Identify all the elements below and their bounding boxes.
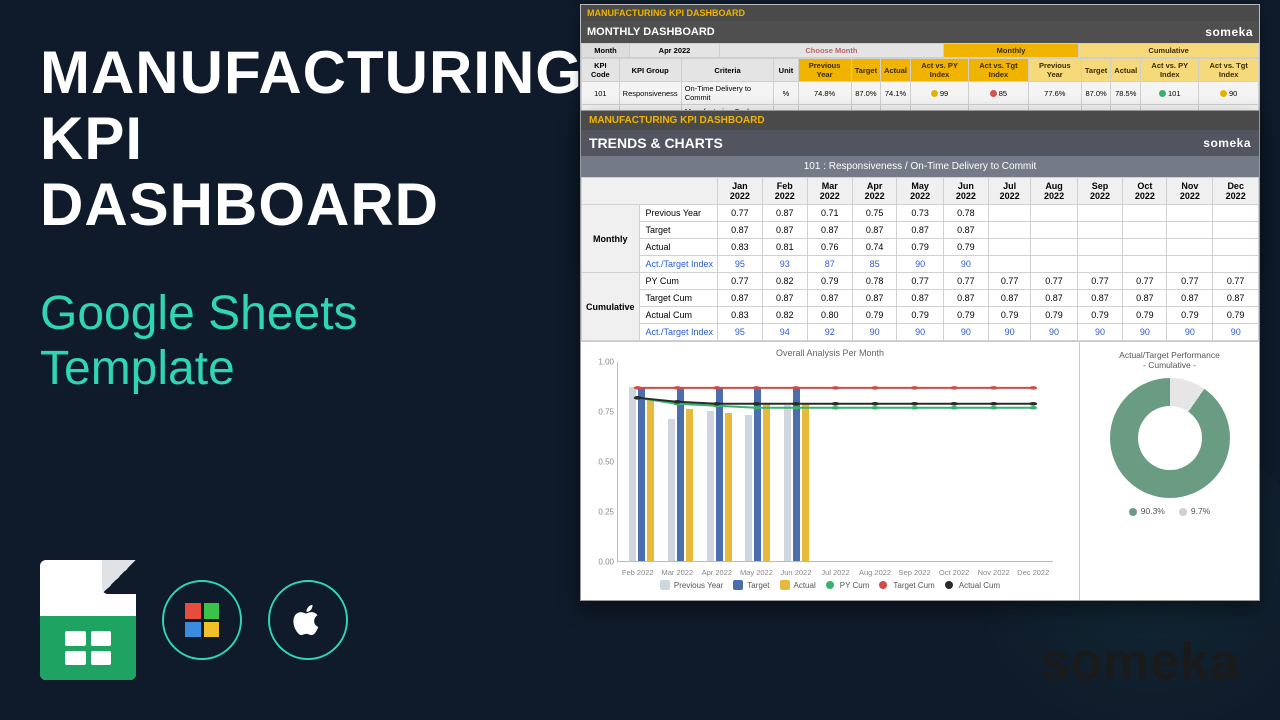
sheets-grid-icon xyxy=(65,631,111,665)
main-title-bar: MANUFACTURING KPI DASHBOARD xyxy=(581,111,1259,130)
month-selector[interactable]: Apr 2022 xyxy=(630,44,720,58)
kpi-table: Jan 2022Feb 2022Mar 2022Apr 2022May 2022… xyxy=(581,177,1259,341)
chart-wrap: Overall Analysis Per Month 0.000.250.500… xyxy=(581,341,1259,600)
plot-area: 0.000.250.500.751.00Feb 2022Mar 2022Apr … xyxy=(617,362,1053,562)
back-header-label: MONTHLY DASHBOARD xyxy=(587,26,715,38)
main-header-bar: TRENDS & CHARTS someka xyxy=(581,130,1259,156)
back-controls-row: Month Apr 2022 Choose Month Monthly Cumu… xyxy=(581,43,1259,58)
title-line-3: DASHBOARD xyxy=(40,171,439,238)
trends-card: MANUFACTURING KPI DASHBOARD TRENDS & CHA… xyxy=(580,110,1260,601)
donut-legend: 90.3% 9.7% xyxy=(1086,506,1253,516)
back-brand: someka xyxy=(1205,25,1253,39)
title-line-2: KPI xyxy=(40,105,143,172)
monthly-header: Monthly xyxy=(943,44,1078,58)
main-brand: someka xyxy=(1203,136,1251,150)
subtitle-line-1: Google Sheets xyxy=(40,287,358,340)
promo-column: MANUFACTURING KPI DASHBOARD Google Sheet… xyxy=(40,40,560,396)
title-line-1: MANUFACTURING xyxy=(40,39,583,106)
choose-month-hint: Choose Month xyxy=(720,44,944,58)
donut-title-l2: - Cumulative - xyxy=(1143,360,1196,370)
donut-panel: Actual/Target Performance - Cumulative -… xyxy=(1079,342,1259,600)
donut-pct-a: 90.3% xyxy=(1129,506,1165,516)
donut-chart xyxy=(1110,378,1230,498)
brand-logo: someka xyxy=(1040,632,1240,692)
google-sheets-icon xyxy=(40,560,136,680)
platform-icon-row xyxy=(40,560,348,680)
windows-squares xyxy=(185,603,219,637)
subtitle-line-2: Template xyxy=(40,342,235,395)
back-title-bar: MANUFACTURING KPI DASHBOARD xyxy=(581,5,1259,21)
back-header-bar: MONTHLY DASHBOARD someka xyxy=(581,21,1259,43)
donut-pct-b: 9.7% xyxy=(1179,506,1210,516)
subtitle: Google Sheets Template xyxy=(40,286,560,396)
month-label: Month xyxy=(582,44,630,58)
sheets-band xyxy=(40,616,136,680)
kpi-subtitle: 101 : Responsiveness / On-Time Delivery … xyxy=(581,156,1259,177)
chart-title: Overall Analysis Per Month xyxy=(589,348,1071,358)
apple-icon xyxy=(268,580,348,660)
page-title: MANUFACTURING KPI DASHBOARD xyxy=(40,40,560,238)
chart-legend: Previous YearTargetActualPY CumTarget Cu… xyxy=(589,580,1071,590)
page-fold xyxy=(102,560,136,594)
bar-line-chart: Overall Analysis Per Month 0.000.250.500… xyxy=(581,342,1079,600)
donut-title: Actual/Target Performance - Cumulative - xyxy=(1086,350,1253,370)
donut-title-l1: Actual/Target Performance xyxy=(1119,350,1220,360)
sheets-page xyxy=(40,560,136,680)
main-header-label: TRENDS & CHARTS xyxy=(589,135,723,151)
windows-icon xyxy=(162,580,242,660)
cumulative-header: Cumulative xyxy=(1079,44,1259,58)
